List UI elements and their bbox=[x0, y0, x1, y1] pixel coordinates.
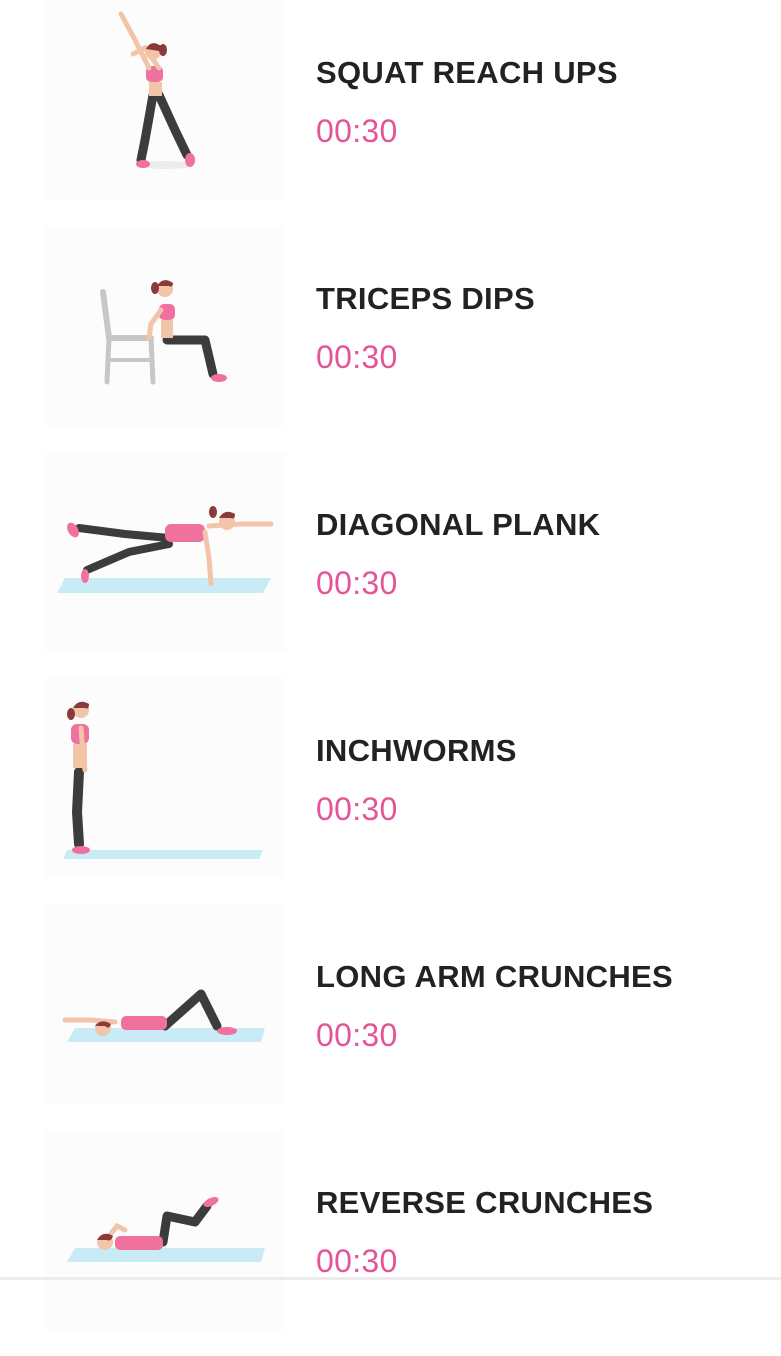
woman-reverse-crunch-icon bbox=[45, 1130, 285, 1330]
exercise-name: LONG ARM CRUNCHES bbox=[316, 959, 673, 994]
exercise-name: INCHWORMS bbox=[316, 733, 517, 768]
exercise-item-squat-reach-ups[interactable]: SQUAT REACH UPS 00:30 bbox=[0, 0, 781, 226]
woman-lying-crunch-icon bbox=[45, 904, 285, 1104]
woman-plank-icon bbox=[45, 452, 285, 652]
exercise-item-triceps-dips[interactable]: TRICEPS DIPS 00:30 bbox=[0, 226, 781, 452]
exercise-duration: 00:30 bbox=[316, 1017, 398, 1053]
woman-chair-dip-icon bbox=[45, 226, 285, 426]
exercise-duration: 00:30 bbox=[316, 565, 398, 601]
exercise-duration: 00:30 bbox=[316, 113, 398, 149]
exercise-item-long-arm-crunches[interactable]: LONG ARM CRUNCHES 00:30 bbox=[0, 904, 781, 1130]
woman-reaching-up-icon bbox=[45, 0, 285, 200]
exercise-item-inchworms[interactable]: INCHWORMS 00:30 bbox=[0, 678, 781, 904]
exercise-name: REVERSE CRUNCHES bbox=[316, 1185, 654, 1220]
exercise-duration: 00:30 bbox=[316, 339, 398, 375]
exercise-list: SQUAT REACH UPS 00:30 TRICEPS DIPS 00:30… bbox=[0, 0, 781, 1330]
exercise-name: DIAGONAL PLANK bbox=[316, 507, 601, 542]
exercise-duration: 00:30 bbox=[316, 1243, 398, 1279]
exercise-duration: 00:30 bbox=[316, 791, 398, 827]
woman-standing-icon bbox=[45, 678, 285, 878]
exercise-name: TRICEPS DIPS bbox=[316, 281, 535, 316]
exercise-item-reverse-crunches[interactable]: REVERSE CRUNCHES 00:30 bbox=[0, 1130, 781, 1356]
exercise-name: SQUAT REACH UPS bbox=[316, 55, 618, 90]
exercise-item-diagonal-plank[interactable]: DIAGONAL PLANK 00:30 bbox=[0, 452, 781, 678]
